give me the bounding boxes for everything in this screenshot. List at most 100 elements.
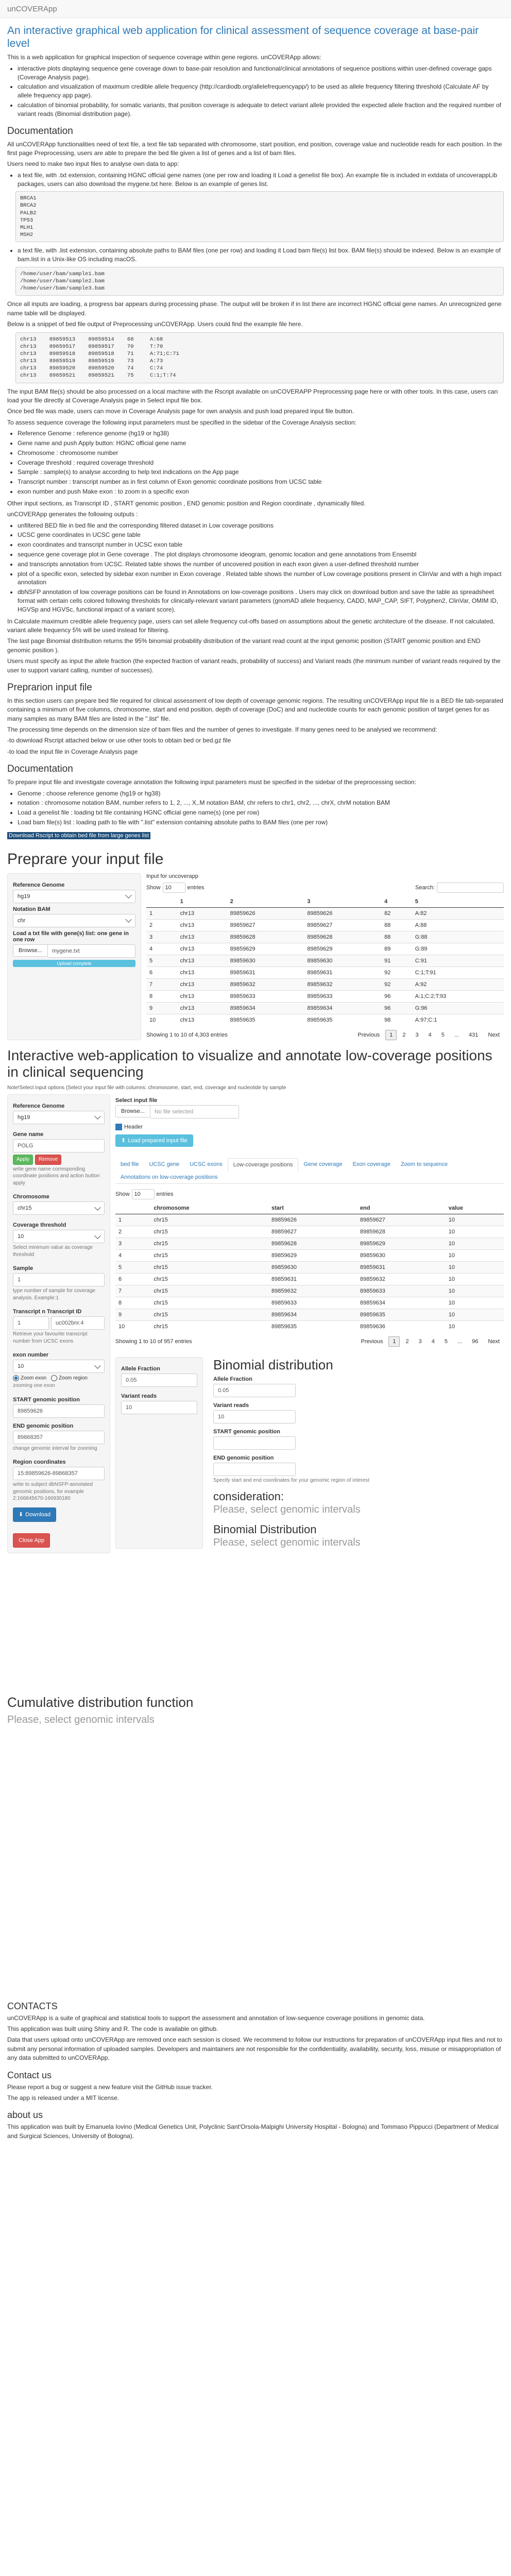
page-link[interactable]: 1: [385, 1029, 397, 1040]
binomial-af-input[interactable]: 0.05: [213, 1383, 296, 1397]
load-prepared-file-button[interactable]: ⬆ Load prepared input file: [115, 1134, 193, 1147]
variant-reads-input[interactable]: 10: [121, 1400, 197, 1414]
apply-button[interactable]: Apply: [13, 1154, 33, 1165]
transcript-number-input[interactable]: 1: [13, 1316, 49, 1330]
page-link[interactable]: 431: [465, 1030, 482, 1040]
table-row[interactable]: 9 chr15 89859634 89859635 10: [115, 1308, 504, 1321]
genelist-label: Load a txt file with gene(s) list: one g…: [13, 930, 129, 943]
page-link[interactable]: 4: [424, 1030, 436, 1040]
table-row[interactable]: 5 chr15 89859630 89859631 10: [115, 1261, 504, 1274]
page-length-select[interactable]: 10: [131, 1189, 155, 1199]
page-link[interactable]: 5: [440, 1336, 452, 1347]
region-coordinates-input[interactable]: 15:89859626-89868357: [13, 1467, 105, 1481]
page-link[interactable]: 3: [415, 1336, 426, 1347]
column-header[interactable]: [115, 1202, 151, 1214]
sample-input[interactable]: 1: [13, 1273, 105, 1287]
download-button[interactable]: ⬇ Download: [13, 1507, 57, 1522]
allele-fraction-input[interactable]: 0.05: [121, 1373, 197, 1387]
table-cell: 89859630: [356, 1249, 446, 1262]
table-row[interactable]: 1 chr15 89859626 89859627 10: [115, 1213, 504, 1226]
table-row[interactable]: 5 chr13 89859630 89859630 91 C:91: [146, 954, 504, 967]
column-header[interactable]: 1: [177, 895, 227, 908]
page-link[interactable]: Previous: [357, 1336, 387, 1347]
footer-c3: Data that users upload onto unCOVERApp a…: [7, 2036, 502, 2062]
table-row[interactable]: 1 chr13 89859626 89859626 82 A:82: [146, 907, 504, 920]
analysis-tab[interactable]: UCSC exons: [184, 1158, 228, 1171]
page-link[interactable]: 2: [398, 1030, 410, 1040]
input-list-2: a text file, with .list extension, conta…: [18, 246, 504, 264]
page-link[interactable]: Next: [484, 1336, 504, 1347]
column-header[interactable]: 2: [227, 895, 304, 908]
binomial-start-input[interactable]: [213, 1436, 296, 1450]
table-row[interactable]: 6 chr13 89859631 89859631 92 C:1;T:91: [146, 966, 504, 979]
column-header[interactable]: 5: [412, 895, 504, 908]
page-link[interactable]: 1: [388, 1336, 400, 1347]
coverage-threshold-select[interactable]: 10: [13, 1230, 105, 1244]
browse-button[interactable]: Browse...: [13, 944, 48, 957]
header-checkbox[interactable]: [115, 1123, 122, 1130]
column-header[interactable]: value: [445, 1202, 504, 1214]
ref-genome-select[interactable]: hg19: [13, 1110, 105, 1124]
page-length-select[interactable]: 10: [162, 882, 185, 893]
column-header[interactable]: chromosome: [150, 1202, 269, 1214]
table-row[interactable]: 3 chr13 89859628 89859628 88 G:88: [146, 930, 504, 943]
column-header[interactable]: [146, 895, 177, 908]
end-position-input[interactable]: 89868357: [13, 1430, 105, 1444]
column-header[interactable]: end: [356, 1202, 446, 1214]
page-link[interactable]: Next: [484, 1030, 504, 1040]
table-row[interactable]: 7 chr15 89859632 89859633 10: [115, 1284, 504, 1297]
table-row[interactable]: 10 chr15 89859635 89859636 10: [115, 1320, 504, 1332]
table-row[interactable]: 6 chr15 89859631 89859632 10: [115, 1273, 504, 1285]
table-row[interactable]: 4 chr13 89859629 89859629 89 G:89: [146, 942, 504, 955]
download-rscript-link[interactable]: Download Rscript to obtain bed file from…: [7, 832, 151, 839]
param-item: Reference Genome : reference genome (hg1…: [18, 429, 504, 438]
search-input[interactable]: [437, 882, 504, 893]
gene-name-input[interactable]: POLG: [13, 1139, 105, 1153]
analysis-tab[interactable]: Annotations on low-coverage positions: [115, 1171, 223, 1183]
table-row[interactable]: 2 chr13 89859627 89859627 88 A:88: [146, 919, 504, 931]
column-header[interactable]: 4: [381, 895, 412, 908]
page-link[interactable]: 4: [428, 1336, 439, 1347]
footer-about: This application was built by Emanuela I…: [7, 2123, 499, 2140]
ref-genome-label: Reference Genome: [13, 882, 65, 888]
table-row[interactable]: 10 chr13 89859635 89859635 98 A:97;C:1: [146, 1013, 504, 1026]
table-row[interactable]: 7 chr13 89859632 89859632 92 A:92: [146, 978, 504, 991]
table-cell: 10: [115, 1320, 151, 1332]
analysis-tab[interactable]: Gene coverage: [298, 1158, 347, 1171]
binomial-vr-input[interactable]: 10: [213, 1410, 296, 1423]
table-row[interactable]: 8 chr13 89859633 89859633 96 A:1;C:2;T:93: [146, 990, 504, 1003]
page-link[interactable]: 5: [437, 1030, 449, 1040]
exon-number-select[interactable]: 10: [13, 1360, 105, 1374]
page-link[interactable]: Previous: [353, 1030, 384, 1040]
analysis-tab[interactable]: Low-coverage positions: [227, 1158, 299, 1172]
table-row[interactable]: 3 chr15 89859628 89859629 10: [115, 1237, 504, 1250]
analysis-tab[interactable]: bed file: [115, 1158, 144, 1171]
ref-genome-select[interactable]: hg19: [13, 889, 135, 903]
table-row[interactable]: 4 chr15 89859629 89859630 10: [115, 1249, 504, 1262]
page-link[interactable]: 3: [411, 1030, 422, 1040]
analysis-tab[interactable]: Exon coverage: [348, 1158, 396, 1171]
analysis-tab[interactable]: Zoom to sequence: [396, 1158, 453, 1171]
zoom-region-radio[interactable]: [50, 1375, 57, 1382]
column-header[interactable]: start: [268, 1202, 357, 1214]
table-row[interactable]: 2 chr15 89859627 89859628 10: [115, 1225, 504, 1238]
start-position-input[interactable]: 89859626: [13, 1404, 105, 1418]
browse-button[interactable]: Browse...: [115, 1105, 150, 1117]
analysis-tab[interactable]: UCSC gene: [144, 1158, 184, 1171]
binomial-end-input[interactable]: [213, 1462, 296, 1476]
contact-us-title: Contact us: [7, 2070, 52, 2080]
chromosome-select[interactable]: chr15: [13, 1201, 105, 1215]
prepare-length-control: Show 10 entries: [146, 882, 205, 893]
table-row[interactable]: 8 chr15 89859633 89859634 10: [115, 1296, 504, 1309]
page-link[interactable]: 96: [468, 1336, 482, 1347]
table-row[interactable]: 9 chr13 89859634 89859634 96 G:96: [146, 1002, 504, 1014]
app-brand[interactable]: unCOVERApp: [7, 5, 57, 13]
close-app-button[interactable]: Close App: [13, 1533, 50, 1548]
table-cell: 89859634: [268, 1308, 357, 1321]
transcript-id-input[interactable]: uc002bnr.4: [51, 1316, 105, 1330]
zoom-exon-radio[interactable]: [13, 1375, 19, 1382]
column-header[interactable]: 3: [304, 895, 382, 908]
remove-button[interactable]: Remove: [35, 1154, 62, 1165]
notation-select[interactable]: chr: [13, 913, 135, 927]
page-link[interactable]: 2: [401, 1336, 413, 1347]
